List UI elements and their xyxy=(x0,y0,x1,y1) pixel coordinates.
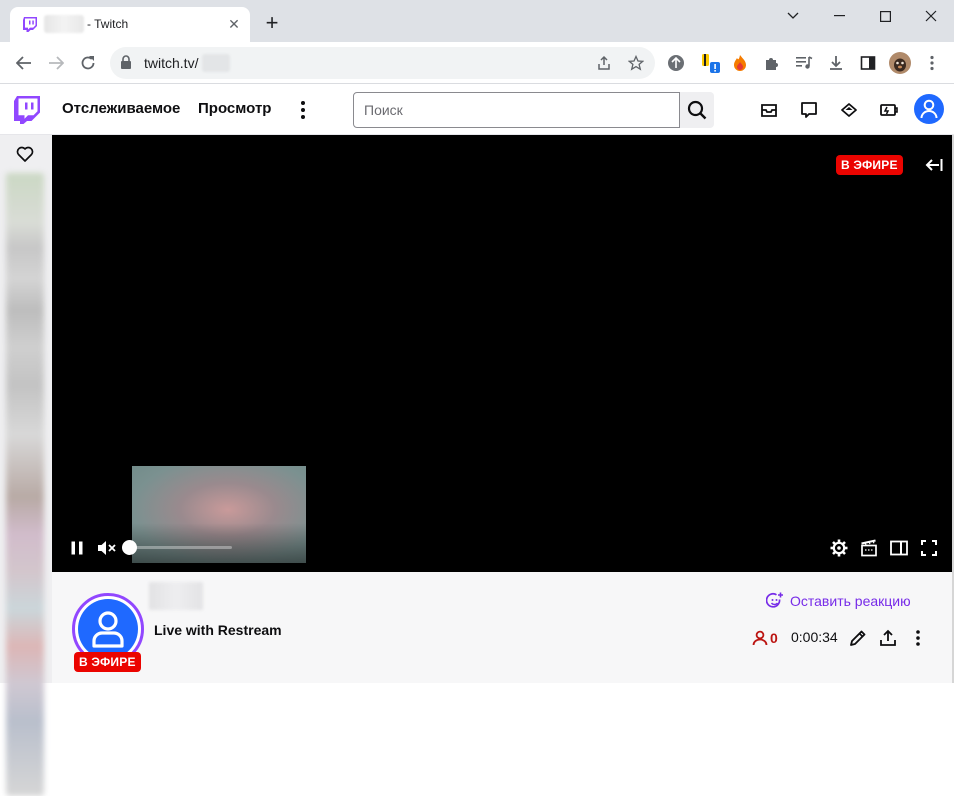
extensions-puzzle-icon[interactable] xyxy=(760,51,784,75)
whispers-icon[interactable] xyxy=(797,98,821,122)
live-badge: В ЭФИРЕ xyxy=(836,155,903,175)
chevron-down-icon[interactable] xyxy=(770,0,816,32)
mute-icon[interactable] xyxy=(96,537,118,559)
viewer-person-icon xyxy=(752,630,768,646)
download-icon[interactable] xyxy=(824,51,848,75)
more-options-icon[interactable] xyxy=(296,97,310,123)
search-input[interactable] xyxy=(354,93,679,127)
volume-slider-handle[interactable] xyxy=(122,540,137,555)
search-button[interactable] xyxy=(680,92,714,128)
clip-icon[interactable] xyxy=(858,537,880,559)
lock-icon[interactable] xyxy=(120,55,132,70)
viewer-count: 0 xyxy=(752,628,778,648)
url-redacted xyxy=(202,54,230,72)
volume-slider[interactable] xyxy=(122,546,232,549)
fullscreen-icon[interactable] xyxy=(918,537,940,559)
channel-avatar-user-icon xyxy=(78,599,138,659)
video-player[interactable]: В ЭФИРЕ xyxy=(52,135,954,572)
side-panel-icon[interactable] xyxy=(856,51,880,75)
reload-icon[interactable] xyxy=(76,51,100,75)
share-upload-icon[interactable] xyxy=(876,626,900,650)
stream-uptime: 0:00:34 xyxy=(791,629,838,645)
inbox-icon[interactable] xyxy=(757,98,781,122)
address-bar[interactable]: twitch.tv/ xyxy=(110,47,655,79)
forward-icon[interactable] xyxy=(44,51,68,75)
add-reaction-icon xyxy=(766,592,783,608)
search-icon xyxy=(687,100,707,120)
fire-extension-icon[interactable] xyxy=(728,51,752,75)
channel-name-redacted[interactable] xyxy=(149,582,203,610)
bits-icon[interactable] xyxy=(877,98,901,122)
close-window-icon[interactable] xyxy=(908,0,954,32)
channel-live-badge: В ЭФИРЕ xyxy=(74,652,141,672)
new-tab-button[interactable]: + xyxy=(260,12,284,36)
profile-avatar-icon[interactable] xyxy=(888,51,912,75)
followed-channels-sidebar xyxy=(0,135,52,796)
viewer-count-value: 0 xyxy=(770,630,778,646)
more-vertical-icon[interactable] xyxy=(906,626,930,650)
media-playlist-icon[interactable] xyxy=(792,51,816,75)
settings-icon[interactable] xyxy=(828,537,850,559)
channel-info-panel: В ЭФИРЕ Live with Restream Оставить реак… xyxy=(52,572,954,683)
tab-close-icon[interactable]: ✕ xyxy=(226,16,242,32)
minimize-icon[interactable] xyxy=(816,0,862,32)
leave-reaction-button[interactable]: Оставить реакцию xyxy=(766,590,911,612)
share-icon[interactable] xyxy=(592,51,616,75)
extension-icon[interactable] xyxy=(664,51,688,75)
user-avatar-icon[interactable] xyxy=(914,94,944,124)
url-text: twitch.tv/ xyxy=(144,55,199,71)
browser-tab[interactable]: - Twitch ✕ xyxy=(10,7,250,42)
tab-title-redacted xyxy=(44,15,84,33)
stream-title: Live with Restream xyxy=(154,622,282,638)
twitch-favicon-icon xyxy=(22,16,38,32)
twitch-top-nav: Отслеживаемое Просмотр xyxy=(0,84,954,135)
pause-icon[interactable] xyxy=(66,537,88,559)
browser-menu-icon[interactable] xyxy=(920,51,944,75)
edit-pencil-icon[interactable] xyxy=(846,626,870,650)
maximize-icon[interactable] xyxy=(862,0,908,32)
tab-title: - Twitch xyxy=(87,17,129,31)
heart-icon xyxy=(16,146,34,162)
bookmark-star-icon[interactable] xyxy=(624,51,648,75)
prime-crown-icon[interactable] xyxy=(837,98,861,122)
twitch-logo-icon[interactable] xyxy=(14,96,40,124)
search-field[interactable] xyxy=(353,92,680,128)
leave-reaction-label: Оставить реакцию xyxy=(790,593,911,609)
browser-toolbar: twitch.tv/ xyxy=(0,42,954,84)
theatre-mode-icon[interactable] xyxy=(888,537,910,559)
collapse-chat-icon[interactable] xyxy=(924,155,944,175)
sidebar-channel-list-redacted[interactable] xyxy=(6,173,44,796)
nav-following-link[interactable]: Отслеживаемое xyxy=(62,100,180,117)
browser-tab-strip: - Twitch ✕ + xyxy=(0,0,954,42)
back-icon[interactable] xyxy=(12,51,36,75)
yandex-extension-icon[interactable] xyxy=(698,51,722,75)
nav-browse-link[interactable]: Просмотр xyxy=(198,100,271,117)
